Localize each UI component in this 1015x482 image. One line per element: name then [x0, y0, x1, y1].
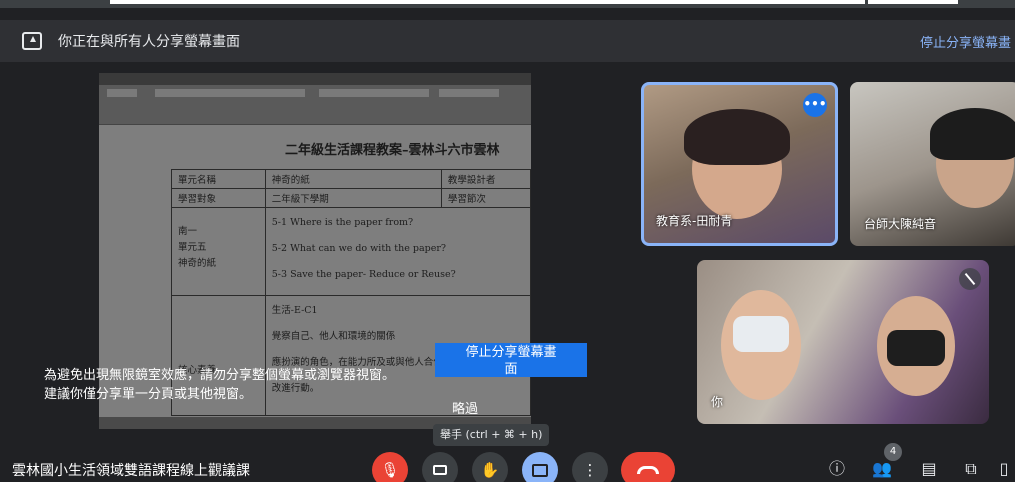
- camera-toggle-button[interactable]: [422, 452, 458, 482]
- participant-name: 你: [711, 395, 724, 409]
- raise-hand-icon: ✋: [480, 461, 500, 479]
- doc-text: 5-1 Where is the paper from?: [271, 217, 414, 228]
- raise-hand-tooltip: 舉手 (ctrl + ⌘ + h): [433, 424, 550, 446]
- present-screen-icon: [22, 32, 42, 50]
- warning-line: 為避免出現無限鏡室效應，請勿分享整個螢幕或瀏覽器視窗。: [44, 368, 396, 383]
- doc-ribbon: [99, 85, 531, 125]
- button-label: 停止分享螢幕畫: [465, 345, 557, 360]
- participant-tile-self[interactable]: 你: [697, 260, 989, 424]
- people-count-badge: 4: [884, 443, 902, 461]
- doc-text: 神奇的紙: [178, 258, 217, 269]
- lock-icon[interactable]: ▯: [996, 458, 1012, 480]
- doc-cell: 南一 單元五 神奇的紙: [171, 207, 266, 296]
- meeting-title: 雲林國小生活領域雙語課程線上觀議課: [12, 463, 250, 479]
- participant-tile-2[interactable]: 台師大陳純音: [850, 82, 1015, 246]
- mic-off-icon: 🎙: [380, 461, 400, 479]
- mic-toggle-button[interactable]: 🎙: [372, 452, 408, 482]
- participant-tile-1[interactable]: ••• 教育系-田耐青: [641, 82, 838, 246]
- doc-cell: 教學設計者: [440, 169, 531, 189]
- browser-top-strip: [0, 0, 1015, 8]
- face-mask: [887, 330, 945, 366]
- call-end-icon: [637, 466, 659, 474]
- doc-text: 5-2 What can we do with the paper?: [271, 243, 446, 254]
- participant-hair: [930, 108, 1015, 160]
- doc-cell: 學習對象: [171, 188, 266, 208]
- more-vert-icon: ⋮: [582, 461, 598, 479]
- doc-titlebar: [99, 73, 531, 85]
- participant-name: 台師大陳純音: [864, 217, 937, 231]
- participant-name: 教育系-田耐青: [656, 214, 733, 228]
- mirror-warning: 為避免出現無限鏡室效應，請勿分享整個螢幕或瀏覽器視窗。 建議你僅分享單一分頁或其…: [44, 366, 395, 404]
- doc-text: 5-3 Save the paper- Reduce or Reuse?: [271, 269, 456, 280]
- tab-strip-highlight-2: [868, 0, 958, 4]
- button-label: 面: [504, 362, 518, 377]
- warning-line: 建議你僅分享單一分頁或其他視窗。: [44, 387, 253, 402]
- stop-sharing-link[interactable]: 停止分享螢幕畫: [920, 32, 1011, 51]
- mic-off-icon: [959, 268, 981, 290]
- sharing-banner: 你正在與所有人分享螢幕畫面 停止分享螢幕畫: [0, 20, 1015, 62]
- dismiss-button[interactable]: 略過: [452, 398, 478, 417]
- people-icon[interactable]: 👥: [871, 458, 893, 480]
- present-button[interactable]: [522, 452, 558, 482]
- present-screen-icon: [532, 463, 548, 477]
- participant-hair: [684, 109, 790, 165]
- more-options-button[interactable]: ⋮: [572, 452, 608, 482]
- face-mask: [733, 316, 789, 352]
- stop-sharing-button[interactable]: 停止分享螢幕畫 面: [435, 343, 587, 377]
- doc-text: 南一: [178, 226, 198, 237]
- doc-cell: 單元名稱: [171, 169, 266, 189]
- leave-call-button[interactable]: [621, 452, 675, 482]
- videocam-icon: [433, 465, 447, 475]
- info-icon[interactable]: ⓘ: [826, 458, 848, 480]
- more-horiz-icon[interactable]: •••: [803, 93, 827, 117]
- doc-cell: 學習節次: [440, 188, 531, 208]
- chat-icon[interactable]: ▤: [918, 458, 940, 480]
- sharing-message: 你正在與所有人分享螢幕畫面: [58, 34, 240, 50]
- doc-cell: 5-1 Where is the paper from? 5-2 What ca…: [264, 207, 531, 296]
- activities-icon[interactable]: ⧉: [960, 458, 982, 480]
- tab-strip-highlight: [110, 0, 865, 4]
- raise-hand-button[interactable]: ✋: [472, 452, 508, 482]
- doc-text: 單元五: [178, 242, 207, 253]
- doc-title: 二年級生活課程教案–雲林斗六市雲林: [285, 143, 500, 158]
- doc-text: 生活-E-C1: [271, 305, 318, 316]
- doc-cell: 神奇的紙: [264, 169, 442, 189]
- doc-cell: 二年級下學期: [264, 188, 442, 208]
